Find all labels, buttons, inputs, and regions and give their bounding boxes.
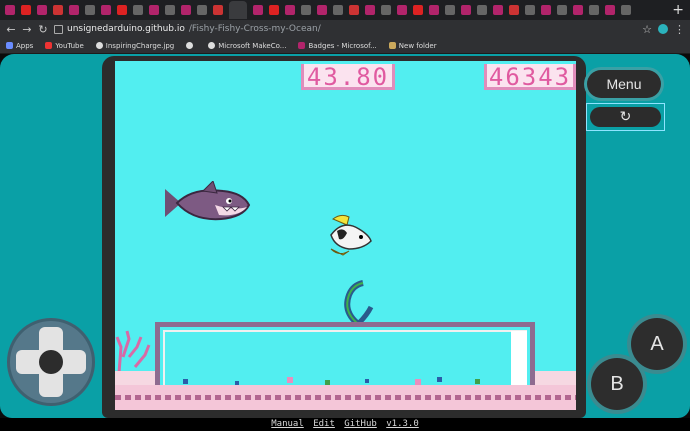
star-icon[interactable]: ☆ <box>642 23 652 36</box>
bookmark-new-folder[interactable]: New folder <box>388 42 437 50</box>
globe-icon <box>208 42 216 49</box>
tab-icon[interactable] <box>21 5 31 15</box>
globe-icon <box>186 42 194 49</box>
tab-icon[interactable] <box>301 5 311 15</box>
address-bar: ← → ↻ unsignedarduino.github.io/Fishy-Fi… <box>0 20 690 38</box>
tab-icon[interactable] <box>5 5 15 15</box>
tab-icon[interactable] <box>117 5 127 15</box>
timer-display: 43.80 <box>301 64 395 90</box>
tab-icon[interactable] <box>349 5 359 15</box>
a-button[interactable]: A <box>631 318 683 370</box>
url-field[interactable]: unsignedarduino.github.io/Fishy-Fishy-Cr… <box>54 24 321 34</box>
tab-icon[interactable] <box>53 5 63 15</box>
tab-icon[interactable] <box>461 5 471 15</box>
bookmark-makecode[interactable]: Microsoft MakeCo... <box>208 42 286 50</box>
tab-icon[interactable] <box>381 5 391 15</box>
tab-icon[interactable] <box>269 5 279 15</box>
bookmark-apps[interactable]: Apps <box>6 42 33 50</box>
bookmark-youtube[interactable]: YouTube <box>45 42 84 50</box>
tab-icon[interactable] <box>397 5 407 15</box>
url-host: unsignedarduino.github.io <box>67 24 185 34</box>
restart-button[interactable]: ↻ <box>586 103 665 131</box>
more-icon[interactable]: ⋮ <box>674 23 685 36</box>
apps-icon <box>6 42 13 49</box>
tab-icon[interactable] <box>365 5 375 15</box>
extension-icon[interactable] <box>658 24 668 34</box>
tab-icon[interactable] <box>101 5 111 15</box>
tab-icon[interactable] <box>197 5 207 15</box>
seafloor <box>115 385 576 410</box>
version-label: v1.3.0 <box>386 419 419 429</box>
footer-links: Manual Edit GitHub v1.3.0 <box>0 418 690 431</box>
bookmark-blank[interactable] <box>186 42 196 49</box>
tab-icon[interactable] <box>621 5 631 15</box>
tab-icon[interactable] <box>525 5 535 15</box>
bookmark-inspiring[interactable]: InspiringCharge.jpg <box>95 42 174 50</box>
shark-sprite <box>165 181 251 221</box>
tab-icon[interactable] <box>445 5 455 15</box>
bookmarks-bar: Apps YouTube InspiringCharge.jpg Microso… <box>0 38 690 54</box>
edit-link[interactable]: Edit <box>313 419 335 429</box>
tab-icon[interactable] <box>573 5 583 15</box>
tab-icon[interactable] <box>165 5 175 15</box>
tab-icon[interactable] <box>213 5 223 15</box>
active-tab[interactable] <box>229 1 247 19</box>
tab-icon[interactable] <box>285 5 295 15</box>
tab-icon[interactable] <box>333 5 343 15</box>
makecode-icon <box>298 42 306 49</box>
bookmark-badges[interactable]: Badges - Microsof... <box>298 42 377 50</box>
seafloor-stripe <box>115 395 576 400</box>
b-button[interactable]: B <box>591 358 643 410</box>
youtube-icon <box>45 42 53 49</box>
url-path: /Fishy-Fishy-Cross-my-Ocean/ <box>188 24 321 34</box>
dpad[interactable] <box>7 318 95 406</box>
tab-icon[interactable] <box>509 5 519 15</box>
tab-icon[interactable] <box>541 5 551 15</box>
tab-icon[interactable] <box>37 5 47 15</box>
fish-sprite <box>330 214 372 256</box>
tab-icon[interactable] <box>557 5 567 15</box>
forward-icon[interactable]: → <box>22 23 32 36</box>
tab-icon[interactable] <box>181 5 191 15</box>
folder-icon <box>388 42 396 49</box>
new-tab-icon[interactable]: + <box>672 2 684 18</box>
reload-icon[interactable]: ↻ <box>38 23 48 36</box>
score-display: 46343 <box>484 64 576 90</box>
lock-icon <box>54 24 63 34</box>
tab-icon[interactable] <box>133 5 143 15</box>
tab-icon[interactable] <box>493 5 503 15</box>
dpad-center <box>39 350 63 374</box>
tab-icon[interactable] <box>149 5 159 15</box>
github-link[interactable]: GitHub <box>344 419 377 429</box>
pebbles <box>183 377 480 385</box>
tab-icon[interactable] <box>589 5 599 15</box>
tab-icon[interactable] <box>605 5 615 15</box>
seaweed-sprite <box>344 280 374 325</box>
menu-button[interactable]: Menu <box>587 70 661 98</box>
back-icon[interactable]: ← <box>6 23 16 36</box>
game-screen[interactable]: 43.80 46343 <box>115 61 576 410</box>
tab-icon[interactable] <box>253 5 263 15</box>
browser-tab-strip: + <box>0 0 690 20</box>
tab-icon[interactable] <box>429 5 439 15</box>
globe-icon <box>95 42 103 49</box>
restart-icon: ↻ <box>590 107 661 127</box>
manual-link[interactable]: Manual <box>271 419 304 429</box>
tab-icon[interactable] <box>69 5 79 15</box>
tab-icon[interactable] <box>477 5 487 15</box>
tab-icon[interactable] <box>413 5 423 15</box>
tab-icon[interactable] <box>317 5 327 15</box>
tab-icon[interactable] <box>85 5 95 15</box>
coral-sprite <box>115 330 151 373</box>
